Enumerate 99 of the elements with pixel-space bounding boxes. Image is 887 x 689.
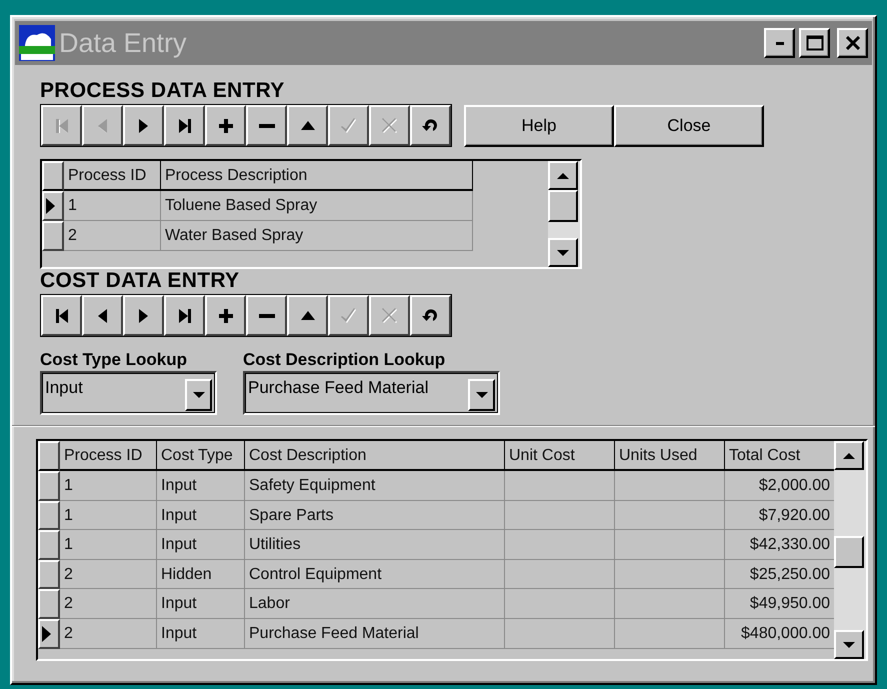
minimize-button[interactable]	[764, 28, 795, 58]
table-cell: Safety Equipment	[245, 471, 505, 501]
first-record-icon	[56, 308, 68, 322]
column-header[interactable]: Unit Cost	[505, 441, 615, 471]
last-record-button[interactable]	[164, 105, 205, 146]
scrollbar[interactable]	[548, 161, 580, 267]
next-record-icon	[139, 118, 148, 132]
up-triangle-button[interactable]	[287, 105, 328, 146]
table-cell: 1	[60, 530, 157, 560]
table-cell: Labor	[245, 589, 505, 619]
field-label: Cost Description Lookup	[243, 349, 446, 371]
plus-button[interactable]	[205, 105, 246, 146]
dropdown-field[interactable]: Purchase Feed Material	[243, 371, 500, 415]
cancel-icon	[382, 118, 397, 133]
table-cell: 2	[60, 589, 157, 619]
column-header[interactable]: Process ID	[64, 161, 161, 191]
plus-icon	[218, 118, 232, 132]
first-record-icon	[56, 118, 68, 132]
close-button[interactable]	[837, 28, 868, 58]
table-cell: 1	[64, 191, 161, 221]
section-heading: PROCESS DATA ENTRY	[40, 79, 286, 103]
minus-icon	[258, 314, 274, 318]
cancel-icon	[382, 308, 397, 323]
table-cell: Purchase Feed Material	[245, 618, 505, 649]
field-label: Cost Type Lookup	[40, 349, 188, 371]
plus-icon	[218, 308, 232, 322]
minus-button[interactable]	[246, 105, 287, 146]
column-header[interactable]: Process ID	[60, 441, 157, 471]
close-icon	[846, 36, 860, 50]
row-indicator[interactable]	[38, 471, 60, 501]
column-header[interactable]: Cost Description	[245, 441, 505, 471]
minus-icon	[258, 124, 274, 128]
section-heading: COST DATA ENTRY	[40, 269, 240, 293]
last-record-icon	[178, 308, 190, 322]
maximize-button[interactable]	[799, 28, 830, 58]
scroll-thumb[interactable]	[834, 536, 864, 568]
table-cell: Input	[157, 530, 245, 560]
up-triangle-icon	[300, 121, 314, 130]
current-row-icon	[44, 197, 56, 215]
row-indicator[interactable]	[42, 191, 64, 221]
refresh-button[interactable]	[410, 295, 451, 336]
table-cell: 1	[60, 500, 157, 530]
table-cell: Input	[157, 500, 245, 530]
first-record-button[interactable]	[41, 295, 82, 336]
refresh-icon	[422, 309, 439, 322]
scroll-up-icon[interactable]	[834, 441, 864, 470]
close-button[interactable]: Close	[614, 104, 764, 146]
table-cell: 1	[60, 471, 157, 501]
column-header[interactable]: Cost Type	[157, 441, 245, 471]
up-triangle-button[interactable]	[287, 295, 328, 336]
window-title: Data Entry	[59, 28, 188, 58]
table-cell: Toluene Based Spray	[161, 191, 473, 221]
table-cell: Water Based Spray	[161, 221, 473, 251]
minus-button[interactable]	[246, 295, 287, 336]
scroll-thumb[interactable]	[548, 190, 578, 222]
scroll-down-icon[interactable]	[834, 630, 864, 659]
column-header[interactable]: Units Used	[615, 441, 725, 471]
refresh-icon	[422, 119, 439, 132]
table-cell: Spare Parts	[245, 500, 505, 530]
dropdown-field[interactable]: Input	[40, 371, 217, 415]
dropdown-arrow-icon	[192, 391, 204, 399]
check-icon	[341, 308, 356, 323]
help-button[interactable]: Help	[464, 104, 614, 146]
row-indicator[interactable]	[38, 530, 60, 560]
table-cell: Hidden	[157, 560, 245, 590]
scrollbar[interactable]	[834, 441, 866, 659]
next-record-button[interactable]	[123, 295, 164, 336]
column-header[interactable]: Process Description	[161, 161, 473, 191]
next-record-button[interactable]	[123, 105, 164, 146]
scroll-up-icon[interactable]	[548, 161, 578, 190]
table-cell: Input	[157, 589, 245, 619]
previous-record-icon	[98, 118, 107, 132]
table-cell: 2	[64, 221, 161, 251]
last-record-button[interactable]	[164, 295, 205, 336]
check-icon	[341, 118, 356, 133]
landscape-icon	[19, 25, 55, 61]
row-indicator[interactable]	[38, 589, 60, 619]
minimize-icon	[776, 42, 784, 44]
table-cell: Utilities	[245, 530, 505, 560]
row-indicator[interactable]	[38, 500, 60, 530]
up-triangle-icon	[300, 311, 314, 320]
table-cell: 2	[60, 560, 157, 590]
row-indicator[interactable]	[38, 618, 60, 649]
dropdown-arrow-icon	[476, 391, 488, 399]
table-cell: 2	[60, 618, 157, 649]
previous-record-icon	[98, 308, 107, 322]
table-cell: Control Equipment	[245, 560, 505, 590]
maximize-icon	[806, 35, 824, 51]
row-indicator[interactable]	[38, 560, 60, 590]
current-row-icon	[40, 624, 52, 643]
previous-record-button[interactable]	[82, 295, 123, 336]
plus-button[interactable]	[205, 295, 246, 336]
scroll-down-icon[interactable]	[548, 238, 578, 267]
refresh-button[interactable]	[410, 105, 451, 146]
last-record-icon	[178, 118, 190, 132]
table-cell: Input	[157, 471, 245, 501]
next-record-icon	[139, 308, 148, 322]
table-cell: Input	[157, 618, 245, 649]
row-indicator[interactable]	[42, 221, 64, 251]
